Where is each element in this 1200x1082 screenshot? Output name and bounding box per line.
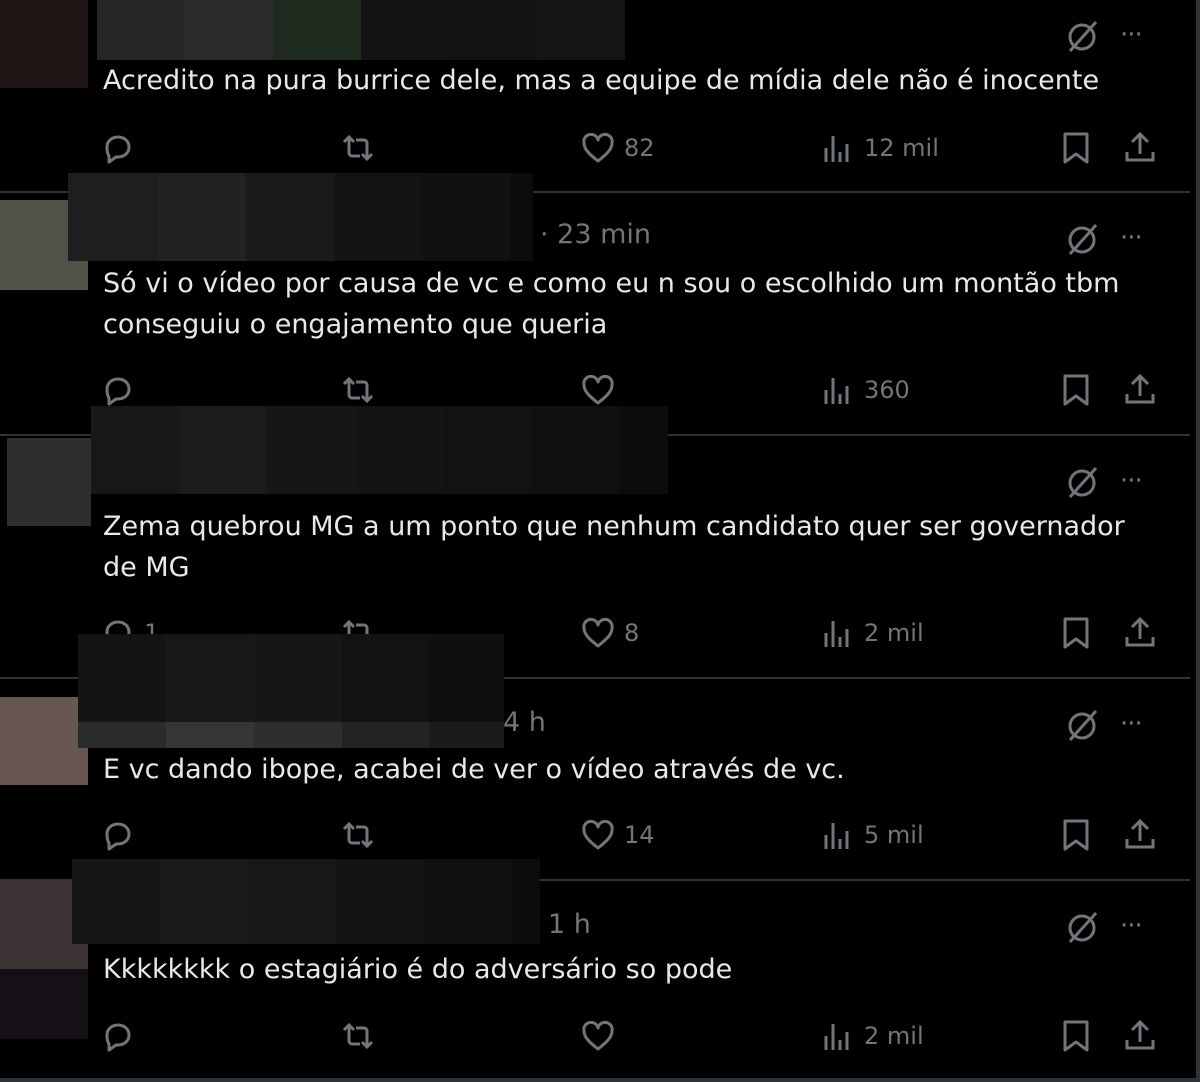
reply-top-icons: ··· (1060, 221, 1170, 257)
action-bar: 82 12 mil (100, 126, 1170, 170)
redacted-username (72, 859, 540, 944)
share-upload-icon (1125, 131, 1155, 162)
redacted-handle (78, 722, 504, 748)
repost-icon (342, 134, 374, 162)
repost-icon (342, 821, 374, 849)
reply-item[interactable]: · 23 min ··· Só vi o vídeo por causa de … (0, 173, 1190, 433)
repost-icon (342, 376, 374, 404)
views-button[interactable]: 2 mil (820, 1014, 924, 1058)
like-button[interactable] (580, 1014, 624, 1058)
repost-button[interactable] (340, 813, 384, 857)
grok-slash-icon[interactable] (1065, 707, 1101, 743)
reply-top-icons: ··· (1060, 707, 1170, 743)
more-dots-icon[interactable]: ··· (1120, 225, 1160, 251)
bookmark-button[interactable] (1058, 611, 1094, 655)
redacted-username (91, 406, 668, 494)
reply-button[interactable] (100, 813, 144, 857)
reply-top-icons: ··· (1060, 464, 1170, 500)
bookmark-icon (1063, 819, 1089, 851)
bookmark-icon (1063, 132, 1089, 164)
repost-button[interactable] (340, 1014, 384, 1058)
reply-bubble-icon (105, 1023, 131, 1052)
reply-bubble-icon (105, 135, 131, 164)
share-upload-icon (1125, 1019, 1155, 1050)
more-dots-icon[interactable]: ··· (1120, 711, 1160, 737)
grok-slash-icon[interactable] (1065, 221, 1101, 257)
like-button[interactable]: 8 (580, 611, 639, 655)
more-dots-icon[interactable]: ··· (1120, 468, 1160, 494)
heart-icon (582, 132, 614, 163)
share-button[interactable] (1122, 126, 1158, 170)
heart-icon (582, 1020, 614, 1051)
reply-bubble-icon (105, 377, 131, 406)
grok-slash-icon[interactable] (1065, 909, 1101, 945)
views-button[interactable]: 360 (820, 368, 910, 412)
views-bars-icon (824, 1024, 849, 1050)
reply-text: Kkkkkkkk o estagiário é do adversário so… (103, 954, 733, 985)
avatar-lower (0, 969, 88, 1039)
share-upload-icon (1125, 818, 1155, 849)
reply-item[interactable]: 1 h ··· Kkkkkkkk o estagiário é do adver… (0, 859, 1190, 1076)
bookmark-icon (1063, 617, 1089, 649)
action-bar: 14 5 mil (100, 813, 1170, 857)
like-button[interactable]: 82 (580, 126, 655, 170)
bookmark-button[interactable] (1058, 1014, 1094, 1058)
bookmark-button[interactable] (1058, 126, 1094, 170)
views-bars-icon (824, 621, 849, 647)
redacted-username (78, 634, 504, 722)
bookmark-button[interactable] (1058, 368, 1094, 412)
bookmark-icon (1063, 1020, 1089, 1052)
reply-button[interactable] (100, 1014, 144, 1058)
reply-item[interactable]: 4 h ··· E vc dando ibope, acabei de ver … (0, 634, 1190, 879)
reply-text: E vc dando ibope, acabei de ver o vídeo … (103, 754, 845, 785)
reply-bubble-icon (105, 822, 131, 851)
redacted-username (68, 173, 533, 261)
reply-top-icons: ··· (1060, 909, 1170, 945)
reply-timestamp[interactable]: 1 h (548, 909, 591, 940)
reply-text: Só vi o vídeo por causa de vc e como eu … (103, 268, 1129, 340)
views-button[interactable]: 5 mil (820, 813, 924, 857)
views-bars-icon (824, 136, 849, 162)
share-upload-icon (1125, 616, 1155, 647)
heart-icon (582, 819, 614, 850)
views-bars-icon (824, 823, 849, 849)
action-bar: 2 mil (100, 1014, 1170, 1058)
heart-icon (582, 374, 614, 405)
reply-timestamp[interactable]: · 23 min (540, 219, 651, 250)
reply-top-icons: ··· (1060, 18, 1170, 54)
reply-text: Acredito na pura burrice dele, mas a equ… (103, 65, 1100, 96)
more-dots-icon[interactable]: ··· (1120, 913, 1160, 939)
share-upload-icon (1125, 373, 1155, 404)
avatar[interactable] (7, 438, 91, 526)
redacted-username (97, 0, 625, 60)
reply-text: Zema quebrou MG a um ponto que nenhum ca… (103, 511, 1134, 583)
reply-timestamp[interactable]: 4 h (503, 707, 546, 738)
reply-item[interactable]: ··· Acredito na pura burrice dele, mas a… (0, 0, 1190, 190)
repost-button[interactable] (340, 126, 384, 170)
share-button[interactable] (1122, 368, 1158, 412)
heart-icon (582, 617, 614, 648)
more-dots-icon[interactable]: ··· (1120, 22, 1160, 48)
share-button[interactable] (1122, 813, 1158, 857)
views-button[interactable]: 12 mil (820, 126, 939, 170)
reply-button[interactable] (100, 126, 144, 170)
grok-slash-icon[interactable] (1065, 464, 1101, 500)
bookmark-button[interactable] (1058, 813, 1094, 857)
repost-icon (342, 1022, 374, 1050)
grok-slash-icon[interactable] (1065, 18, 1101, 54)
share-button[interactable] (1122, 611, 1158, 655)
like-button[interactable]: 14 (580, 813, 655, 857)
share-button[interactable] (1122, 1014, 1158, 1058)
views-button[interactable]: 2 mil (820, 611, 924, 655)
bookmark-icon (1063, 374, 1089, 406)
views-bars-icon (824, 378, 849, 404)
avatar[interactable] (0, 0, 88, 88)
avatar[interactable] (0, 697, 88, 785)
